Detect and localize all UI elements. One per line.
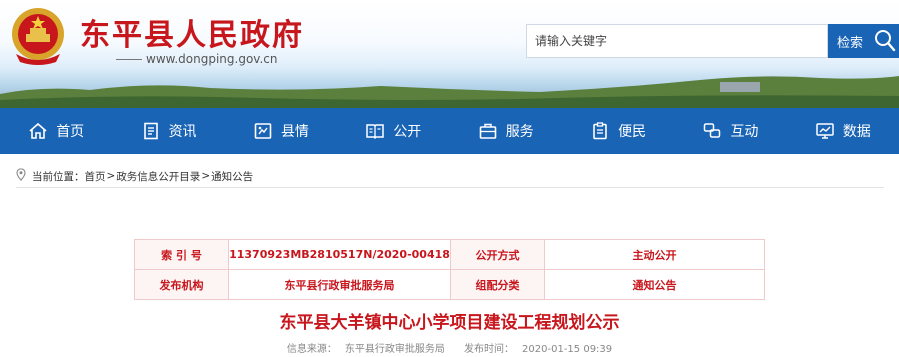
breadcrumb-link-catalog[interactable]: 政务信息公开目录	[116, 169, 200, 184]
time-label: 发布时间：	[464, 344, 515, 355]
nav-item-news[interactable]: 资讯	[112, 108, 224, 154]
nav-item-county[interactable]: 县情	[225, 108, 337, 154]
landscape-banner	[0, 76, 899, 108]
briefcase-icon	[478, 121, 498, 141]
location-pin-icon	[16, 168, 26, 184]
method-value: 主动公开	[544, 239, 765, 270]
article-meta: 信息来源： 东平县行政审批服务局 发布时间： 2020-01-15 09:39	[0, 340, 899, 355]
nav-item-service[interactable]: 服务	[450, 108, 562, 154]
publisher-value: 东平县行政审批服务局	[228, 269, 451, 300]
site-url: www.dongping.gov.cn	[112, 52, 277, 66]
search-button[interactable]: 检索	[828, 24, 872, 58]
breadcrumb: 当前位置： 首页 > 政务信息公开目录 > 通知公告	[16, 168, 253, 184]
article-title: 东平县大羊镇中心小学项目建设工程规划公示	[279, 313, 620, 333]
nav-label: 县情	[280, 124, 309, 140]
search-input[interactable]	[527, 25, 827, 57]
chat-icon	[702, 121, 722, 141]
document-icon	[141, 121, 161, 141]
category-value: 通知公告	[544, 269, 765, 300]
site-title: 东平县人民政府	[80, 18, 304, 53]
nav-label: 公开	[393, 124, 422, 140]
breadcrumb-separator: >	[106, 170, 116, 182]
source-label: 信息来源：	[286, 344, 337, 355]
breadcrumb-separator: >	[201, 170, 211, 182]
search-box	[526, 24, 828, 58]
book-icon	[365, 121, 385, 141]
home-icon	[28, 121, 48, 141]
table-row: 发布机构 东平县行政审批服务局 组配分类 通知公告	[134, 269, 765, 300]
nav-item-convenience[interactable]: 便民	[562, 108, 674, 154]
site-header: 东平县人民政府 www.dongping.gov.cn 检索	[0, 0, 899, 108]
nav-label: 首页	[56, 124, 85, 140]
breadcrumb-prefix: 当前位置：	[32, 170, 85, 183]
nav-label: 资讯	[168, 124, 197, 140]
nav-item-interaction[interactable]: 互动	[674, 108, 786, 154]
nav-item-home[interactable]: 首页	[0, 108, 112, 154]
source-value: 东平县行政审批服务局	[344, 344, 445, 355]
monitor-chart-icon	[815, 121, 835, 141]
time-value: 2020-01-15 09:39	[522, 344, 613, 355]
national-emblem-icon	[12, 8, 64, 65]
search-icon[interactable]	[872, 24, 899, 58]
nav-label: 互动	[730, 124, 759, 140]
map-icon	[253, 121, 273, 141]
nav-label: 数据	[842, 124, 871, 140]
clipboard-icon	[590, 121, 610, 141]
nav-item-public[interactable]: 公开	[337, 108, 449, 154]
category-label: 组配分类	[450, 269, 545, 300]
info-table: 索 引 号 11370923MB2810517N/2020-00418 公开方式…	[134, 239, 765, 300]
nav-label: 服务	[505, 124, 534, 140]
index-label: 索 引 号	[134, 239, 229, 270]
nav-label: 便民	[618, 124, 647, 140]
breadcrumb-divider	[16, 187, 884, 188]
method-label: 公开方式	[450, 239, 545, 270]
publisher-label: 发布机构	[134, 269, 229, 300]
main-nav: 首页 资讯 县情 公开 服务 便民 互动 数据	[0, 108, 899, 154]
breadcrumb-link-notice[interactable]: 通知公告	[211, 169, 253, 184]
breadcrumb-link-home[interactable]: 首页	[85, 169, 106, 184]
nav-item-data[interactable]: 数据	[787, 108, 899, 154]
index-value: 11370923MB2810517N/2020-00418	[228, 239, 451, 270]
table-row: 索 引 号 11370923MB2810517N/2020-00418 公开方式…	[134, 239, 765, 270]
